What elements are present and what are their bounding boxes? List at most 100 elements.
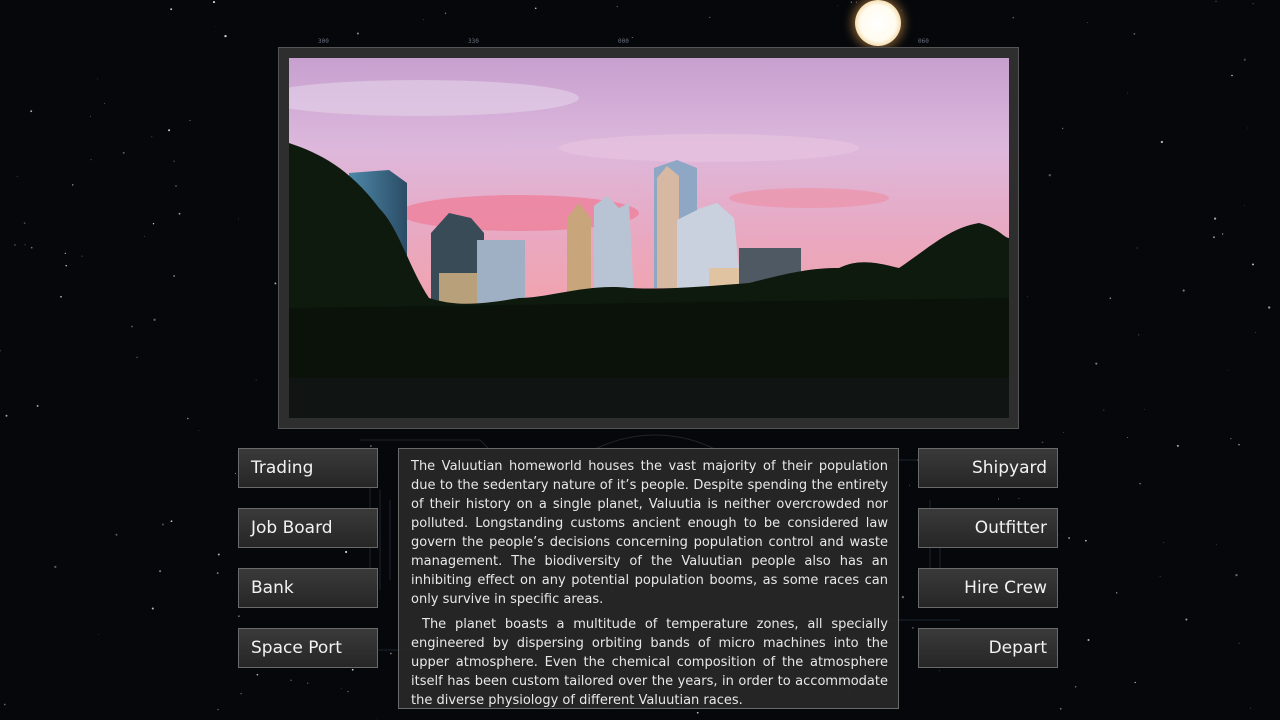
star [151,607,154,610]
star [1163,541,1165,543]
star [54,565,57,569]
star [104,103,106,105]
star [1127,437,1129,438]
star [16,176,18,178]
star [5,414,8,417]
star [1252,263,1254,266]
star [81,255,83,257]
star [122,151,125,154]
star [1103,409,1105,411]
star [151,136,153,138]
frame-ruler-mark: 330 [468,38,479,45]
star [1230,438,1232,440]
star [307,682,309,684]
star [1252,3,1254,5]
star [1139,483,1141,485]
star [131,325,134,328]
star [170,8,173,11]
star [97,78,99,80]
star [168,129,171,132]
star [240,693,242,695]
star [850,1,853,3]
star [30,246,33,249]
star [1063,432,1064,433]
star [1109,297,1111,299]
star [71,184,74,186]
star [356,32,359,35]
star [1185,618,1188,621]
star [1068,537,1071,539]
star [445,12,447,14]
star [616,6,618,8]
hire-crew-button[interactable]: Hire Crew [918,568,1058,608]
star [215,26,217,28]
star [158,569,162,573]
star [23,222,26,224]
star [631,36,633,39]
star [1221,233,1224,235]
star [1268,306,1271,309]
outfitter-button[interactable]: Outfitter [918,508,1058,548]
star [1062,127,1064,130]
star [238,218,239,220]
star [1235,573,1238,577]
frame-ruler-mark: 060 [918,38,929,45]
star [13,244,16,246]
star [143,235,145,237]
star [0,350,1,352]
frame-ruler-mark: 000 [618,38,629,45]
star [1159,576,1161,577]
star [1012,16,1015,19]
star [1227,370,1229,371]
star [1255,332,1257,333]
star [3,703,6,706]
star [173,160,175,162]
star [1041,441,1044,444]
star [217,708,219,711]
star [212,1,216,4]
star [1087,22,1088,23]
planet-scene-image [289,58,1009,418]
star [170,520,173,523]
star [1176,444,1179,447]
star [187,417,189,420]
star [1027,296,1028,298]
star [1127,92,1128,94]
star [1160,140,1164,144]
description-paragraph: The Valuutian homeworld houses the vast … [411,459,888,607]
star [90,159,92,161]
star [1048,174,1051,177]
depart-button[interactable]: Depart [918,628,1058,668]
star [1116,592,1118,594]
trading-button[interactable]: Trading [238,448,378,488]
star [189,119,191,122]
star [216,572,219,574]
star [256,673,259,676]
star [1095,362,1098,365]
star [1244,205,1245,207]
star [1133,33,1136,35]
star [1247,127,1248,129]
shipyard-button[interactable]: Shipyard [918,448,1058,488]
star [274,282,277,285]
star [136,356,138,359]
star [1059,707,1062,710]
star [1018,498,1020,499]
star [1215,544,1217,545]
bank-button[interactable]: Bank [238,568,378,608]
star [234,472,236,474]
star [1138,334,1140,336]
job-board-button[interactable]: Job Board [238,508,378,548]
star [998,498,999,500]
star [709,16,711,18]
star [1231,74,1233,77]
space-port-button[interactable]: Space Port [238,628,378,668]
star [1238,443,1240,446]
star [89,115,91,117]
star [422,19,424,21]
star [901,10,903,11]
star [161,523,164,526]
star [1213,236,1215,239]
description-paragraph: The planet boasts a multitude of tempera… [411,617,888,708]
star [178,212,181,215]
